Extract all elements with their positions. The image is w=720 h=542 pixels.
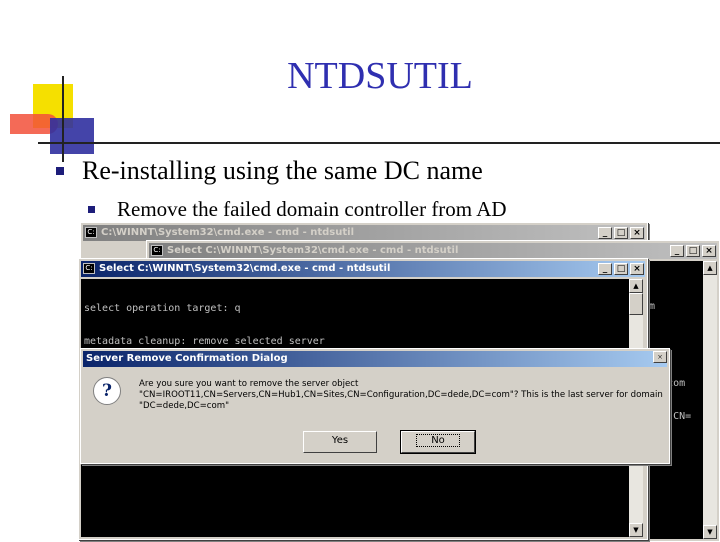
confirmation-dialog[interactable]: Server Remove Confirmation Dialog × ? Ar…: [80, 348, 670, 464]
scroll-up-icon[interactable]: ▲: [703, 261, 717, 275]
console-line: select operation target: q: [84, 303, 241, 314]
window-titlebar[interactable]: C: C:\WINNT\System32\cmd.exe - cmd - ntd…: [83, 225, 645, 241]
window-title: C:\WINNT\System32\cmd.exe - cmd - ntdsut…: [101, 227, 354, 238]
window-controls: _ □ ×: [598, 227, 644, 239]
window-titlebar[interactable]: C: Select C:\WINNT\System32\cmd.exe - cm…: [81, 261, 645, 277]
bullet-text-2: Remove the failed domain controller from…: [117, 197, 507, 221]
console-line: om: [643, 301, 656, 312]
dialog-title: Server Remove Confirmation Dialog: [86, 353, 288, 364]
dialog-titlebar[interactable]: Server Remove Confirmation Dialog: [83, 351, 667, 367]
cmd-icon: C:: [85, 227, 97, 238]
scroll-down-icon[interactable]: ▼: [629, 523, 643, 537]
scroll-up-icon[interactable]: ▲: [629, 279, 643, 293]
decor-blue-square: [50, 118, 94, 154]
scroll-thumb[interactable]: [629, 293, 643, 315]
bullet-marker: [56, 167, 64, 175]
yes-button-label: Yes: [331, 435, 349, 446]
question-icon: ?: [93, 377, 121, 405]
bullet-marker: [88, 206, 95, 213]
maximize-icon[interactable]: □: [686, 245, 700, 257]
minimize-icon[interactable]: _: [598, 263, 612, 275]
close-icon[interactable]: ×: [653, 351, 667, 363]
cmd-icon: C:: [83, 263, 95, 274]
maximize-icon[interactable]: □: [614, 227, 628, 239]
cmd-icon: C:: [151, 245, 163, 256]
no-button[interactable]: No: [400, 430, 476, 454]
vertical-scrollbar[interactable]: ▲ ▼: [703, 261, 717, 539]
window-title: Select C:\WINNT\System32\cmd.exe - cmd -…: [99, 263, 391, 274]
yes-button[interactable]: Yes: [303, 431, 377, 453]
slide-title: NTDSUTIL: [287, 55, 473, 97]
console-line: metadata cleanup: remove selected server: [84, 336, 325, 347]
window-controls: _ □ ×: [598, 263, 644, 275]
close-icon[interactable]: ×: [702, 245, 716, 257]
window-title: Select C:\WINNT\System32\cmd.exe - cmd -…: [167, 245, 459, 256]
maximize-icon[interactable]: □: [614, 263, 628, 275]
minimize-icon[interactable]: _: [670, 245, 684, 257]
bullet-text-1: Re-installing using the same DC name: [82, 156, 483, 185]
no-button-label: No: [416, 434, 460, 447]
scroll-down-icon[interactable]: ▼: [703, 525, 717, 539]
window-controls: _ □ ×: [670, 245, 716, 257]
decor-horizontal-line: [38, 142, 720, 144]
close-icon[interactable]: ×: [630, 227, 644, 239]
close-icon[interactable]: ×: [630, 263, 644, 275]
dialog-message: Are you sure you want to remove the serv…: [139, 379, 663, 411]
window-titlebar[interactable]: C: Select C:\WINNT\System32\cmd.exe - cm…: [149, 243, 717, 259]
minimize-icon[interactable]: _: [598, 227, 612, 239]
